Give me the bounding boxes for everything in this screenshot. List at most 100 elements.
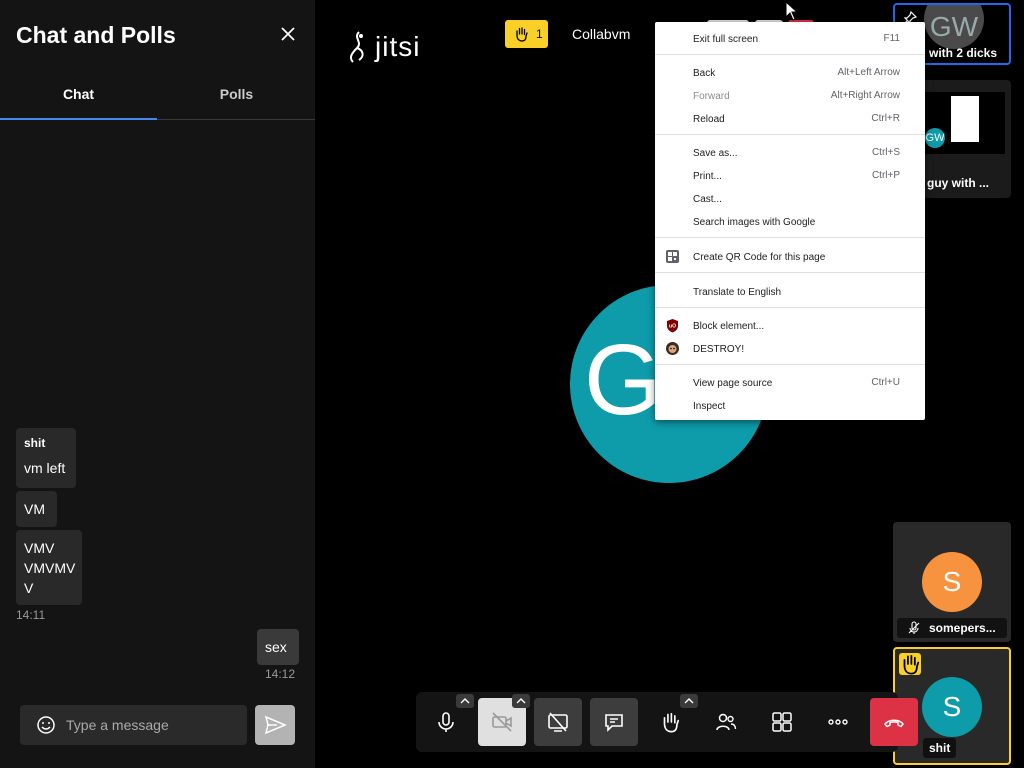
send-button[interactable] (255, 705, 295, 745)
raised-hand-indicator (899, 653, 921, 675)
chat-icon (605, 714, 623, 732)
raise-hand-icon (903, 654, 920, 675)
menu-item-shortcut: Alt+Right Arrow (830, 90, 900, 101)
raised-hands-badge[interactable]: 1 (505, 20, 548, 48)
mouse-cursor-icon (785, 1, 799, 21)
menu-separator (655, 272, 925, 273)
menu-item-forward[interactable]: Forward Alt+Right Arrow (655, 85, 925, 105)
window-thumbnail (951, 96, 979, 142)
camera-off-icon (492, 712, 512, 732)
chevron-up-icon (684, 698, 694, 704)
menu-item-destroy[interactable]: DESTROY! (655, 338, 925, 358)
menu-item-view-source[interactable]: View page source Ctrl+U (655, 372, 925, 392)
menu-item-shortcut: Alt+Left Arrow (837, 67, 900, 78)
tab-polls[interactable]: Polls (158, 74, 315, 120)
menu-item-exit-fullscreen[interactable]: Exit full screen F11 (655, 28, 925, 48)
ublock-origin-icon: uO (667, 319, 678, 333)
emoji-icon[interactable] (36, 715, 56, 735)
menu-item-label: Inspect (693, 401, 726, 412)
chat-message: VMV VMVMV V (16, 530, 82, 605)
menu-separator (655, 54, 925, 55)
screenshare-off-icon (548, 712, 568, 732)
message-composer (20, 705, 247, 745)
participant-name-bar: somepers... (897, 618, 1007, 638)
chat-button[interactable] (590, 698, 638, 746)
menu-item-label: View page source (693, 378, 773, 389)
reactions-options-button[interactable] (680, 694, 698, 708)
menu-item-shortcut: Ctrl+S (871, 147, 900, 158)
menu-item-block-element[interactable]: uO Block element... (655, 315, 925, 335)
chevron-up-icon (460, 698, 470, 704)
logo-text: jitsi (375, 31, 421, 62)
participant-name: with 2 dicks (929, 46, 998, 60)
menu-item-label: Block element... (693, 321, 765, 332)
avatar: GW (924, 5, 984, 49)
menu-item-label: Print... (693, 171, 722, 182)
hangup-icon (884, 719, 904, 728)
message-text: VMV (24, 540, 55, 556)
tab-chat[interactable]: Chat (0, 74, 157, 120)
jitsi-meeting-window: Chat and Polls Chat Polls shit vm left V… (0, 0, 1024, 768)
menu-item-shortcut: F11 (883, 33, 901, 44)
avatar: S (922, 552, 982, 612)
message-timestamp: 14:11 (16, 608, 46, 622)
chat-message: shit vm left (16, 428, 76, 488)
participants-icon (716, 713, 737, 731)
menu-item-label: Back (693, 68, 716, 79)
message-text: sex (265, 639, 287, 655)
message-sender: shit (24, 436, 46, 450)
participant-tile[interactable]: S somepers... (893, 522, 1011, 642)
close-icon[interactable] (278, 24, 298, 44)
chevron-up-icon (516, 698, 526, 704)
avatar: S (922, 677, 982, 737)
mic-options-button[interactable] (456, 694, 474, 708)
menu-item-save-as[interactable]: Save as... Ctrl+S (655, 142, 925, 162)
menu-item-print[interactable]: Print... Ctrl+P (655, 165, 925, 185)
destroy-extension-icon (666, 342, 679, 355)
jitsi-logo[interactable]: jitsi (345, 30, 420, 64)
raised-hands-count: 1 (536, 27, 543, 41)
menu-item-reload[interactable]: Reload Ctrl+R (655, 108, 925, 128)
chat-message-own: sex (257, 629, 299, 665)
message-text: V (24, 580, 34, 596)
menu-separator (655, 134, 925, 135)
chat-sidebar: Chat and Polls Chat Polls shit vm left V… (0, 0, 315, 768)
sidebar-tabs: Chat Polls (0, 74, 315, 120)
mic-muted-icon (908, 621, 920, 634)
menu-item-translate[interactable]: Translate to English (655, 281, 925, 301)
menu-item-label: Reload (693, 114, 725, 125)
message-timestamp: 14:12 (265, 667, 296, 681)
message-input[interactable] (66, 713, 236, 737)
menu-item-search-images[interactable]: Search images with Google (655, 211, 925, 231)
menu-separator (655, 237, 925, 238)
raise-hand-icon (663, 712, 680, 733)
menu-item-back[interactable]: Back Alt+Left Arrow (655, 62, 925, 82)
more-icon (828, 719, 848, 725)
sidebar-title: Chat and Polls (16, 22, 176, 48)
browser-context-menu: Exit full screen F11 Back Alt+Left Arrow… (655, 22, 925, 420)
menu-item-inspect[interactable]: Inspect (655, 395, 925, 415)
meeting-toolbar (416, 692, 918, 752)
menu-item-cast[interactable]: Cast... (655, 188, 925, 208)
menu-item-label: Cast... (693, 194, 722, 205)
camera-options-button[interactable] (512, 694, 530, 708)
menu-item-shortcut: Ctrl+P (871, 170, 900, 181)
participant-name: shit (923, 738, 957, 758)
send-icon (264, 715, 287, 735)
menu-item-qr-code[interactable]: Create QR Code for this page (655, 246, 925, 266)
hangup-button[interactable] (870, 698, 918, 746)
avatar: GW (925, 128, 945, 148)
message-text: VMVMV (24, 560, 76, 576)
menu-item-label: Exit full screen (693, 34, 759, 45)
menu-separator (655, 307, 925, 308)
menu-item-shortcut: Ctrl+R (871, 113, 900, 124)
more-button[interactable] (814, 698, 862, 746)
room-name: Collabvm (572, 26, 631, 42)
menu-item-label: Save as... (693, 148, 738, 159)
menu-item-label: Search images with Google (693, 217, 816, 228)
raise-hand-icon (516, 27, 528, 42)
tile-view-button[interactable] (758, 698, 806, 746)
menu-item-label: DESTROY! (693, 344, 745, 355)
screenshare-button[interactable] (534, 698, 582, 746)
participants-button[interactable] (702, 698, 750, 746)
